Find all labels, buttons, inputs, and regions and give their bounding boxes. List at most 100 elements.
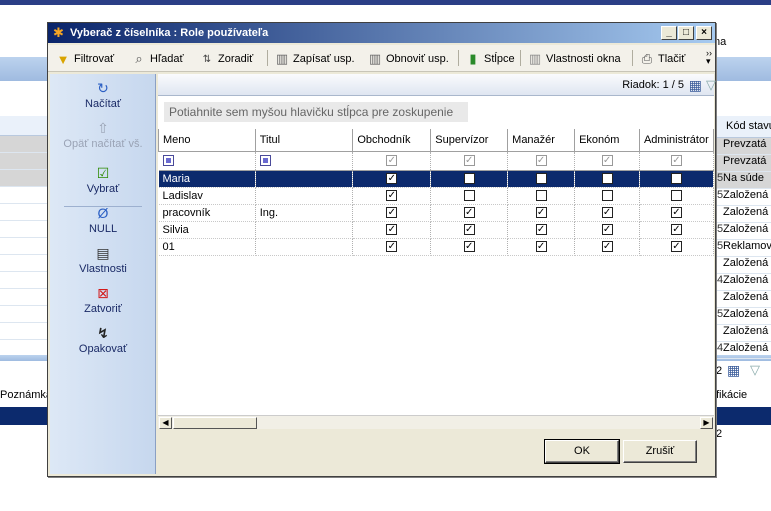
app-right-grid-row[interactable]: Založená	[714, 206, 771, 223]
cancel-button[interactable]: Zrušiť	[623, 440, 697, 463]
cell-name[interactable]: 01	[158, 238, 256, 256]
cell-role-flag[interactable]: ✓	[507, 238, 576, 256]
cell-role-flag[interactable]: ✓	[352, 221, 432, 239]
filter-cell[interactable]: ✓	[352, 151, 432, 171]
app-left-grid-row[interactable]	[0, 136, 48, 153]
sort-button[interactable]: ⇅ Zoradiť	[200, 50, 254, 68]
filter-cell[interactable]: ✓	[639, 151, 714, 171]
filter-operator-icon[interactable]	[162, 155, 174, 167]
checked-checkbox[interactable]: ✓	[601, 207, 613, 219]
null-action[interactable]: Ø NULL	[50, 205, 156, 235]
cell-role-flag[interactable]: ✓	[639, 221, 714, 239]
cell-role-flag[interactable]: ✓	[430, 204, 509, 222]
cell-name[interactable]: pracovník	[158, 204, 256, 222]
app-right-grid-row[interactable]: 4Založená	[714, 342, 771, 359]
reload-all-action[interactable]: ⇧ Opäť načítať vš.	[50, 120, 156, 150]
dialog-titlebar[interactable]: ✱ Vyberač z číselníka : Role používateľa…	[48, 23, 715, 43]
properties-action[interactable]: ▤ Vlastnosti	[50, 245, 156, 275]
app-left-grid-row[interactable]	[0, 221, 48, 238]
scroll-left-icon[interactable]: ◀	[159, 417, 172, 429]
checked-checkbox[interactable]: ✓	[535, 207, 547, 219]
table-row[interactable]: pracovník Ing. ✓ ✓ ✓ ✓ ✓	[158, 204, 714, 222]
checked-checkbox[interactable]: ✓	[386, 207, 398, 219]
checked-checkbox[interactable]: ✓	[670, 207, 682, 219]
checked-checkbox[interactable]: ✓	[386, 190, 398, 202]
unchecked-checkbox[interactable]	[463, 190, 475, 202]
app-left-grid-row[interactable]	[0, 289, 48, 306]
cell-role-flag[interactable]	[574, 170, 640, 188]
app-left-grid-row[interactable]	[0, 204, 48, 221]
find-button[interactable]: ⌕ Hľadať	[132, 50, 183, 68]
app-right-grid-row[interactable]: Prevzatá	[714, 155, 771, 172]
maximize-button[interactable]: □	[678, 26, 694, 40]
table-row[interactable]: Maria ✓	[158, 170, 714, 188]
column-header[interactable]: Manažér	[507, 129, 576, 152]
cell-role-flag[interactable]	[639, 187, 714, 205]
window-properties-button[interactable]: ▥ Vlastnosti okna	[528, 50, 621, 68]
app-right-grid-row[interactable]: 5Reklamov	[714, 240, 771, 257]
app-left-grid-row[interactable]	[0, 170, 48, 187]
select-action[interactable]: ☑ Vybrať	[50, 165, 156, 195]
checked-checkbox[interactable]: ✓	[386, 173, 398, 185]
app-left-grid-row[interactable]	[0, 238, 48, 255]
app-left-grid-row[interactable]	[0, 153, 48, 170]
cell-role-flag[interactable]: ✓	[574, 204, 640, 222]
app-right-grid-row[interactable]: 5Založená	[714, 223, 771, 240]
cell-role-flag[interactable]: ✓	[430, 238, 509, 256]
app-right-grid-row[interactable]: 4Založená	[714, 274, 771, 291]
cell-name[interactable]: Silvia	[158, 221, 256, 239]
cell-role-flag[interactable]: ✓	[574, 238, 640, 256]
horizontal-scrollbar[interactable]: ◀ ▶	[158, 415, 714, 429]
cell-title[interactable]	[255, 170, 354, 188]
scroll-right-icon[interactable]: ▶	[700, 417, 713, 429]
cell-role-flag[interactable]: ✓	[639, 238, 714, 256]
cell-role-flag[interactable]: ✓	[352, 170, 432, 188]
minimize-button[interactable]: _	[661, 26, 677, 40]
column-header[interactable]: Ekonóm	[574, 129, 640, 152]
app-right-grid-row[interactable]: 5Na súde	[714, 172, 771, 189]
table-row[interactable]: 01 ✓ ✓ ✓ ✓ ✓	[158, 238, 714, 256]
cell-name[interactable]: Ladislav	[158, 187, 256, 205]
unchecked-checkbox[interactable]	[535, 190, 547, 202]
cell-title[interactable]	[255, 221, 354, 239]
filter-checkbox[interactable]: ✓	[601, 155, 613, 167]
filter-cell[interactable]	[158, 151, 256, 171]
unchecked-checkbox[interactable]	[601, 190, 613, 202]
app-left-grid-row[interactable]	[0, 306, 48, 323]
unchecked-checkbox[interactable]	[535, 173, 547, 185]
cell-title[interactable]	[255, 187, 354, 205]
column-header[interactable]: Obchodník	[352, 129, 432, 152]
checked-checkbox[interactable]: ✓	[463, 224, 475, 236]
cell-role-flag[interactable]	[430, 187, 509, 205]
toolbar-overflow-icon[interactable]: ›› ▾	[706, 49, 712, 66]
app-right-lower-filter-icon[interactable]: ▽	[750, 362, 760, 378]
cell-role-flag[interactable]: ✓	[639, 204, 714, 222]
repeat-action[interactable]: ↯ Opakovať	[50, 325, 156, 355]
ok-button[interactable]: OK	[544, 439, 620, 464]
checked-checkbox[interactable]: ✓	[463, 207, 475, 219]
cell-role-flag[interactable]: ✓	[507, 221, 576, 239]
checked-checkbox[interactable]: ✓	[670, 241, 682, 253]
app-right-grid-row[interactable]: Založená	[714, 325, 771, 342]
filter-checkbox[interactable]: ✓	[670, 155, 682, 167]
filter-cell[interactable]: ✓	[430, 151, 509, 171]
close-button[interactable]: ×	[696, 26, 712, 40]
cell-name[interactable]: Maria	[158, 170, 256, 188]
cell-role-flag[interactable]: ✓	[352, 204, 432, 222]
cell-role-flag[interactable]	[430, 170, 509, 188]
unchecked-checkbox[interactable]	[670, 190, 682, 202]
columns-button[interactable]: ▮ Stĺpce	[466, 50, 514, 68]
table-row[interactable]: Ladislav ✓	[158, 187, 714, 205]
checked-checkbox[interactable]: ✓	[601, 241, 613, 253]
restore-layout-button[interactable]: ▥ Obnoviť usp.	[368, 50, 449, 68]
app-selected-row[interactable]	[0, 407, 48, 425]
app-right-grid-row[interactable]: Založená	[714, 291, 771, 308]
column-header[interactable]: Administrátor	[638, 129, 714, 152]
checked-checkbox[interactable]: ✓	[535, 224, 547, 236]
checked-checkbox[interactable]: ✓	[535, 241, 547, 253]
filter-icon[interactable]: ▽	[706, 77, 716, 93]
checked-checkbox[interactable]: ✓	[601, 224, 613, 236]
column-header[interactable]: Supervízor	[430, 129, 509, 152]
table-row[interactable]: Silvia ✓ ✓ ✓ ✓ ✓	[158, 221, 714, 239]
app-right-selected-row[interactable]	[714, 407, 771, 425]
